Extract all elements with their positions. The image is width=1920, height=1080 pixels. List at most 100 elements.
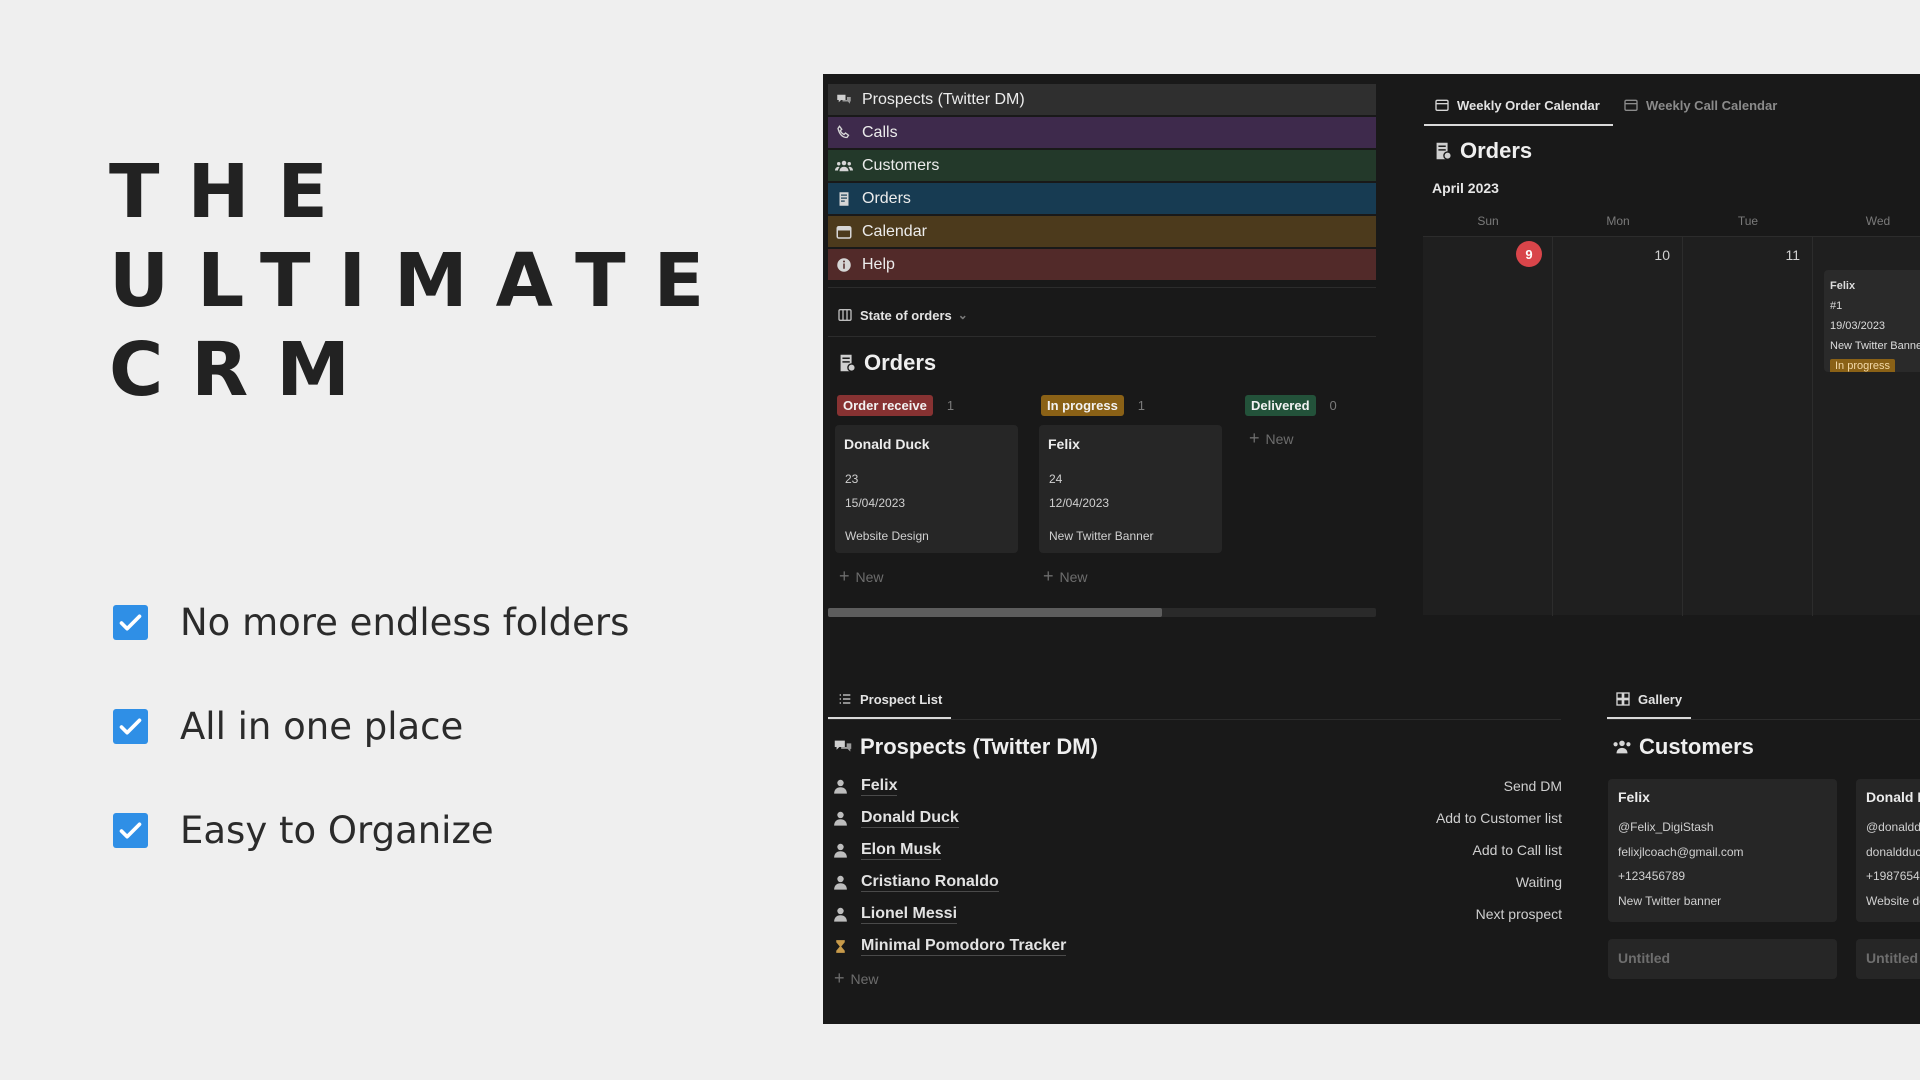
new-label: New — [1265, 430, 1294, 447]
calendar-month: April 2023 — [1432, 180, 1499, 196]
customer-handle: @donaldduck — [1866, 820, 1920, 834]
people-icon — [1613, 740, 1631, 754]
horizontal-scrollbar[interactable] — [828, 608, 1376, 617]
card-date: 12/04/2023 — [1049, 496, 1110, 510]
feature-label: No more endless folders — [180, 600, 630, 644]
receipt-icon — [834, 189, 854, 209]
nav-item-orders[interactable]: Orders — [828, 183, 1376, 214]
new-label: New — [850, 970, 879, 987]
list-item[interactable]: Felix Send DM — [832, 770, 1562, 802]
customer-card[interactable]: Donald Duck @donaldduck donaldduck@gmail… — [1856, 779, 1920, 922]
plus-icon: + — [839, 566, 850, 586]
person-icon — [834, 843, 847, 858]
prospect-name: Elon Musk — [861, 840, 942, 860]
nav-item-prospects[interactable]: Prospects (Twitter DM) — [828, 84, 1376, 115]
people-icon — [834, 156, 854, 176]
chat-bubbles-icon — [834, 90, 854, 110]
calendar-date: 10 — [1654, 247, 1670, 263]
calendar-day-cell[interactable]: 10 — [1553, 237, 1683, 616]
tab-weekly-call-calendar[interactable]: Weekly Call Calendar — [1623, 97, 1777, 113]
hero-title-line: THE — [109, 149, 356, 235]
customer-email: felixjlcoach@gmail.com — [1618, 844, 1744, 859]
prospect-name: Cristiano Ronaldo — [861, 872, 999, 892]
new-label: New — [855, 568, 884, 585]
tab-label: Gallery — [1638, 691, 1683, 707]
customer-card[interactable]: Felix @Felix_DigiStash felixjlcoach@gmai… — [1608, 779, 1837, 922]
chat-bubbles-icon — [834, 740, 852, 752]
list-item[interactable]: Lionel Messi Next prospect — [832, 898, 1562, 930]
tab-gallery[interactable]: Gallery — [1615, 691, 1682, 707]
customers-title: Customers — [1611, 734, 1754, 760]
tab-prospect-list[interactable]: Prospect List — [837, 691, 942, 707]
tab-label: Weekly Order Calendar — [1457, 97, 1600, 113]
nav-item-calls[interactable]: Calls — [828, 117, 1376, 148]
calendar-day-cell[interactable]: 11 — [1683, 237, 1813, 616]
column-count: 1 — [946, 398, 955, 413]
tab-weekly-order-calendar[interactable]: Weekly Order Calendar — [1434, 97, 1600, 113]
card-number: 23 — [845, 472, 859, 486]
person-icon — [834, 811, 847, 826]
board-view-tab[interactable]: State of orders ⌄ — [837, 307, 968, 323]
list-item[interactable]: Cristiano Ronaldo Waiting — [832, 866, 1562, 898]
person-icon — [834, 907, 847, 922]
order-card[interactable]: Donald Duck 23 15/04/2023 Website Design — [835, 425, 1018, 553]
customer-card-empty[interactable]: Untitled — [1856, 939, 1920, 979]
order-card[interactable]: Felix 24 12/04/2023 New Twitter Banner — [1039, 425, 1222, 553]
customer-name: Felix — [1618, 789, 1650, 805]
list-item[interactable]: Donald Duck Add to Customer list — [832, 802, 1562, 834]
hero-title-line: ULTIMATE — [109, 238, 733, 324]
nav-menu: Prospects (Twitter DM) Calls Customers O… — [828, 84, 1376, 282]
calendar-title: Orders — [1432, 138, 1532, 164]
list-item[interactable]: Minimal Pomodoro Tracker — [832, 930, 1562, 962]
status-tag-delivered: Delivered — [1245, 395, 1316, 416]
nav-item-label: Prospects (Twitter DM) — [862, 90, 1025, 108]
board-title: Orders — [836, 350, 936, 376]
customer-card-empty[interactable]: Untitled — [1608, 939, 1837, 979]
prospect-name: Donald Duck — [861, 808, 959, 828]
nav-item-customers[interactable]: Customers — [828, 150, 1376, 181]
nav-item-help[interactable]: Help — [828, 249, 1376, 280]
feature-item: No more endless folders — [113, 570, 629, 674]
day-name: Tue — [1737, 214, 1759, 228]
card-date: 15/04/2023 — [845, 496, 906, 510]
gallery-icon — [1616, 692, 1630, 706]
calendar-day-cell[interactable]: 9 — [1423, 237, 1553, 616]
customer-phone: +123456789 — [1618, 869, 1686, 883]
prospect-status: Send DM — [1503, 778, 1562, 794]
prospect-status: Add to Call list — [1472, 842, 1562, 858]
calendar-event-card[interactable]: Felix #1 19/03/2023 New Twitter Banner I… — [1824, 270, 1920, 372]
list-icon — [839, 694, 851, 704]
nav-item-label: Help — [862, 255, 895, 273]
crm-app-window: Prospects (Twitter DM) Calls Customers O… — [823, 74, 1920, 1024]
checkbox-checked-icon — [113, 812, 148, 848]
list-item[interactable]: Elon Musk Add to Call list — [832, 834, 1562, 866]
scrollbar-thumb[interactable] — [828, 608, 1162, 617]
info-icon — [834, 255, 854, 275]
customer-name: Donald Duck — [1866, 789, 1920, 805]
plus-icon: + — [1043, 566, 1054, 586]
prospect-status: Waiting — [1515, 874, 1562, 890]
receipt-icon — [1436, 142, 1452, 160]
chevron-down-icon[interactable]: ⌄ — [958, 308, 968, 322]
board-icon — [838, 309, 852, 321]
nav-item-label: Customers — [862, 156, 940, 174]
prospect-name: Lionel Messi — [861, 904, 958, 924]
nav-item-label: Calendar — [862, 222, 927, 240]
divider — [828, 336, 1376, 337]
nav-item-calendar[interactable]: Calendar — [828, 216, 1376, 247]
plus-icon: + — [834, 968, 845, 988]
column-count: 1 — [1137, 398, 1146, 413]
day-name: Sun — [1477, 214, 1499, 228]
divider — [828, 287, 1376, 288]
hero-title-line: CRM — [109, 327, 378, 413]
divider — [1607, 719, 1920, 720]
new-card-button[interactable]: + New — [1043, 566, 1088, 587]
calendar-icon — [1624, 99, 1638, 111]
hourglass-icon — [836, 939, 845, 953]
customers-title-text: Customers — [1639, 734, 1754, 759]
new-card-button[interactable]: + New — [1249, 428, 1294, 449]
column-count: 0 — [1329, 398, 1337, 413]
feature-list: No more endless folders All in one place… — [113, 570, 629, 882]
new-prospect-button[interactable]: + New — [834, 968, 879, 989]
new-card-button[interactable]: + New — [839, 566, 884, 587]
